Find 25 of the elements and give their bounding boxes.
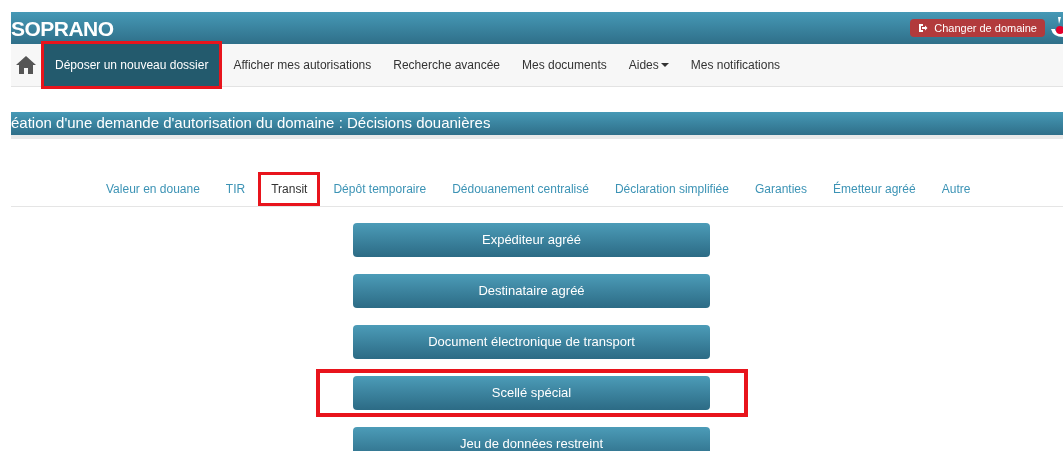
- tab[interactable]: Dédouanement centralisé: [439, 179, 602, 198]
- option-button[interactable]: Document électronique de transport: [353, 325, 710, 359]
- option-button[interactable]: Jeu de données restreint: [353, 427, 710, 451]
- tab[interactable]: Garanties: [741, 179, 820, 198]
- exit-icon: [918, 23, 929, 33]
- tab[interactable]: Valeur en douane: [93, 179, 213, 198]
- nav-item[interactable]: Aides: [617, 44, 680, 86]
- nav-item[interactable]: Mes notifications: [679, 44, 792, 86]
- nav-item[interactable]: Afficher mes autorisations: [222, 44, 383, 86]
- option-button[interactable]: Scellé spécial: [353, 376, 710, 410]
- tab[interactable]: Transit: [258, 171, 321, 206]
- page-title: éation d'une demande d'autorisation du domaine : Décisions douanières: [11, 113, 491, 134]
- nav-item[interactable]: Recherche avancée: [382, 44, 511, 86]
- tab[interactable]: Émetteur agréé: [820, 179, 929, 198]
- tab[interactable]: Autre: [928, 179, 984, 198]
- tab[interactable]: Déclaration simplifiée: [601, 179, 742, 198]
- nav-item[interactable]: Déposer un nouveau dossier: [44, 44, 220, 86]
- tab[interactable]: TIR: [212, 179, 259, 198]
- option-button[interactable]: Expéditeur agréé: [353, 223, 710, 257]
- option-button[interactable]: Destinataire agréé: [353, 274, 710, 308]
- change-domain-button[interactable]: Changer de domaine: [910, 19, 1045, 37]
- app-logo: SOPRANO: [11, 17, 114, 39]
- home-icon[interactable]: [15, 55, 37, 75]
- tab[interactable]: Dépôt temporaire: [320, 179, 440, 198]
- nav-item[interactable]: Mes documents: [511, 44, 618, 86]
